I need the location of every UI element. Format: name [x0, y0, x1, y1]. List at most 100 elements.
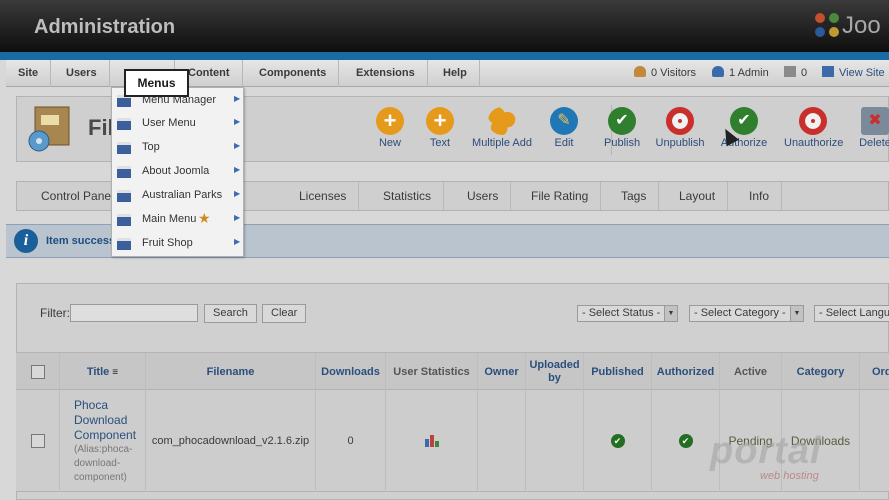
status-select[interactable]: - Select Status - ▼ — [577, 305, 678, 322]
menu-item-top[interactable]: Top ▶ — [112, 136, 243, 160]
row-checkbox[interactable] — [30, 434, 45, 448]
row-filename: com_phocadownload_v2.1.6.zip — [146, 390, 316, 492]
select-all-cell — [16, 353, 60, 391]
tab-tags[interactable]: Tags — [609, 182, 660, 210]
row-owner — [478, 390, 526, 492]
unauthorize-icon — [799, 107, 827, 135]
tab-info[interactable]: Info — [737, 182, 783, 210]
mail-icon — [784, 66, 796, 77]
visitors-count: 0 Visitors — [634, 60, 696, 87]
admin-count: 1 Admin — [712, 60, 769, 87]
language-select[interactable]: - Select Language - — [814, 305, 889, 322]
statistics-icon[interactable] — [424, 435, 439, 447]
col-uploaded-by[interactable]: Uploaded by — [526, 353, 584, 391]
new-button[interactable]: + New — [375, 107, 405, 149]
admin-icon — [712, 66, 724, 77]
col-ordering[interactable]: Ord — [860, 353, 889, 391]
unpublish-button[interactable]: Unpublish — [655, 107, 705, 149]
menu-item-user-menu[interactable]: User Menu ▶ — [112, 112, 243, 136]
clear-button[interactable]: Clear — [262, 304, 307, 323]
chevron-down-icon: ▼ — [664, 306, 677, 321]
row-uploaded-by — [526, 390, 584, 492]
published-check-icon[interactable]: ✔ — [610, 434, 625, 448]
row-published: ✔ — [584, 390, 652, 492]
chevron-right-icon: ▶ — [234, 117, 241, 126]
chevron-right-icon: ▶ — [234, 237, 241, 246]
col-authorized[interactable]: Authorized — [652, 353, 720, 391]
menu-icon — [117, 190, 131, 202]
admin-title: Administration — [34, 16, 176, 38]
menus-highlighted-button[interactable]: Menus — [124, 69, 189, 97]
admin-header: Administration Joo — [0, 0, 889, 52]
messages-count[interactable]: 0 — [784, 60, 807, 87]
unpublish-icon — [666, 107, 694, 135]
menu-icon — [117, 238, 131, 250]
sort-icon: ≡ — [112, 366, 119, 378]
chevron-right-icon: ▶ — [234, 165, 241, 174]
tab-layout[interactable]: Layout — [667, 182, 729, 210]
col-title[interactable]: Title ≡ — [60, 353, 146, 391]
col-active: Active — [720, 353, 782, 391]
col-filename[interactable]: Filename — [146, 353, 316, 391]
file-title-link[interactable]: Phoca Download Component — [74, 398, 145, 443]
menu-item-about-joomla[interactable]: About Joomla ▶ — [112, 160, 243, 184]
tab-licenses[interactable]: Licenses — [287, 182, 360, 210]
category-select[interactable]: - Select Category - ▼ — [689, 305, 804, 322]
menu-item-australian-parks[interactable]: Australian Parks ▶ — [112, 184, 243, 208]
chevron-right-icon: ▶ — [234, 189, 241, 198]
row-downloads: 0 — [316, 390, 386, 492]
menu-icon — [117, 214, 131, 226]
menu-extensions[interactable]: Extensions — [344, 60, 428, 87]
monitor-icon — [822, 66, 834, 77]
row-user-statistics — [386, 390, 478, 492]
filter-label: Filter: — [40, 306, 70, 320]
edit-button[interactable]: ✎ Edit — [549, 107, 579, 149]
row-title-cell: Phoca Download Component (Alias:phoca-do… — [60, 390, 146, 492]
edit-icon: ✎ — [550, 107, 578, 135]
joomla-logo-icon — [815, 13, 839, 37]
visitors-icon — [634, 66, 646, 77]
row-select-cell — [16, 390, 60, 492]
col-published[interactable]: Published — [584, 353, 652, 391]
col-user-statistics: User Statistics — [386, 353, 478, 391]
col-downloads[interactable]: Downloads — [316, 353, 386, 391]
col-category[interactable]: Category — [782, 353, 860, 391]
text-button[interactable]: + Text — [424, 107, 456, 149]
menu-item-fruit-shop[interactable]: Fruit Shop ▶ — [112, 232, 243, 256]
menu-site[interactable]: Site — [6, 60, 52, 87]
header-accent-bar — [0, 52, 889, 60]
tab-users[interactable]: Users — [455, 182, 512, 210]
chevron-down-icon: ▼ — [790, 306, 803, 321]
logo-text: Joo — [842, 12, 881, 39]
menu-icon — [117, 142, 131, 154]
trash-icon: ✖ — [861, 107, 889, 135]
menu-item-main-menu[interactable]: Main Menu ★ ▶ — [112, 208, 243, 232]
multiple-add-icon — [488, 107, 516, 135]
portal-watermark: portal — [710, 430, 822, 472]
view-site-link[interactable]: View Site — [822, 60, 885, 87]
select-all-checkbox[interactable] — [30, 365, 45, 379]
delete-button[interactable]: ✖ Delete — [855, 107, 889, 149]
menu-users[interactable]: Users — [54, 60, 110, 87]
tab-file-rating[interactable]: File Rating — [519, 182, 602, 210]
col-owner[interactable]: Owner — [478, 353, 526, 391]
multiple-add-button[interactable]: Multiple Add — [472, 107, 532, 149]
chevron-right-icon: ▶ — [234, 141, 241, 150]
search-button[interactable]: Search — [204, 304, 257, 323]
menu-components[interactable]: Components — [247, 60, 340, 87]
file-box-icon — [28, 106, 70, 152]
filter-input[interactable] — [70, 304, 198, 322]
add-icon: + — [376, 107, 404, 135]
unauthorize-button[interactable]: Unauthorize — [784, 107, 843, 149]
default-star-icon: ★ — [198, 210, 211, 226]
chevron-right-icon: ▶ — [234, 94, 241, 103]
menu-help[interactable]: Help — [431, 60, 480, 87]
add-text-icon: + — [426, 107, 454, 135]
info-icon: i — [14, 229, 38, 253]
menu-icon — [117, 118, 131, 130]
tab-statistics[interactable]: Statistics — [371, 182, 445, 210]
watermark-subtitle: web hosting — [760, 470, 819, 482]
admin-page: Administration Joo Site Users Content Co… — [0, 0, 889, 500]
publish-button[interactable]: ✔ Publish — [604, 107, 640, 149]
authorized-check-icon[interactable]: ✔ — [678, 434, 693, 448]
